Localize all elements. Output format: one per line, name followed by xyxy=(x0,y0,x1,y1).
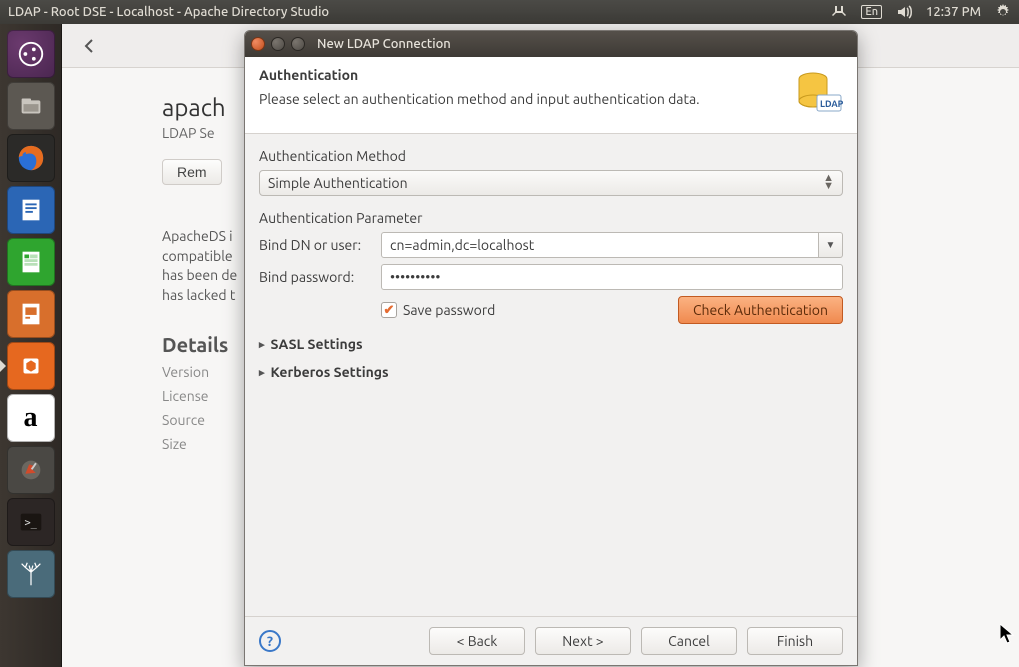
launcher-writer[interactable] xyxy=(7,186,55,234)
launcher-dash[interactable] xyxy=(7,30,55,78)
unity-launcher: a >_ xyxy=(0,24,62,667)
auth-method-combo[interactable]: Simple Authentication ▲▼ xyxy=(259,170,843,196)
bind-dn-label: Bind DN or user: xyxy=(259,237,371,253)
bind-dn-input[interactable] xyxy=(381,232,819,258)
clock[interactable]: 12:37 PM xyxy=(926,5,981,19)
auth-method-value: Simple Authentication xyxy=(268,175,408,191)
launcher-files[interactable] xyxy=(7,82,55,130)
save-password-label: Save password xyxy=(403,302,495,318)
launcher-tree[interactable] xyxy=(7,550,55,598)
remove-button[interactable]: Rem xyxy=(162,159,222,185)
dialog-titlebar[interactable]: New LDAP Connection xyxy=(245,31,857,57)
bind-dn-history-dropdown[interactable]: ▼ xyxy=(819,232,843,258)
next-button[interactable]: Next > xyxy=(535,627,631,655)
top-menu-bar: LDAP - Root DSE - Localhost - Apache Dir… xyxy=(0,0,1019,24)
dialog-title: New LDAP Connection xyxy=(317,37,451,51)
window-title: LDAP - Root DSE - Localhost - Apache Dir… xyxy=(8,5,831,19)
keyboard-indicator[interactable]: En xyxy=(861,5,882,19)
launcher-software-center[interactable] xyxy=(7,342,55,390)
window-maximize-button[interactable] xyxy=(291,37,305,51)
cancel-button[interactable]: Cancel xyxy=(641,627,737,655)
dialog-footer: ? < Back Next > Cancel Finish xyxy=(245,616,857,665)
kerberos-settings-expander[interactable]: ▸ Kerberos Settings xyxy=(259,364,843,380)
new-ldap-connection-dialog: New LDAP Connection Authentication Pleas… xyxy=(244,30,858,666)
dialog-body: Authentication Method Simple Authenticat… xyxy=(245,134,857,616)
back-button[interactable] xyxy=(76,32,104,60)
help-button[interactable]: ? xyxy=(259,630,281,652)
launcher-terminal[interactable]: >_ xyxy=(7,498,55,546)
sasl-label: SASL Settings xyxy=(271,336,363,352)
svg-text:LDAP: LDAP xyxy=(820,99,843,109)
network-icon[interactable] xyxy=(831,4,847,20)
sasl-settings-expander[interactable]: ▸ SASL Settings xyxy=(259,336,843,352)
finish-button[interactable]: Finish xyxy=(747,627,843,655)
auth-param-label: Authentication Parameter xyxy=(259,210,843,226)
indicator-area: En 12:37 PM xyxy=(831,4,1011,20)
launcher-firefox[interactable] xyxy=(7,134,55,182)
combo-updown-icon: ▲▼ xyxy=(823,175,834,190)
ldap-icon: LDAP xyxy=(791,67,843,119)
dialog-header-desc: Please select an authentication method a… xyxy=(259,91,777,107)
dialog-header: Authentication Please select an authenti… xyxy=(245,57,857,134)
gear-icon[interactable] xyxy=(995,4,1011,20)
save-password-checkbox[interactable]: ✔ xyxy=(381,302,397,318)
check-authentication-button[interactable]: Check Authentication xyxy=(678,296,843,324)
svg-text:>_: >_ xyxy=(24,517,37,529)
chevron-right-icon: ▸ xyxy=(259,366,265,379)
launcher-amazon[interactable]: a xyxy=(7,394,55,442)
bg-desc-line: has lacked t xyxy=(162,286,237,306)
kerberos-label: Kerberos Settings xyxy=(271,364,389,380)
sound-icon[interactable] xyxy=(896,4,912,20)
window-close-button[interactable] xyxy=(251,37,265,51)
dialog-header-title: Authentication xyxy=(259,67,777,83)
bind-password-label: Bind password: xyxy=(259,269,371,285)
auth-method-label: Authentication Method xyxy=(259,148,843,164)
back-button[interactable]: < Back xyxy=(429,627,525,655)
launcher-impress[interactable] xyxy=(7,290,55,338)
launcher-settings[interactable] xyxy=(7,446,55,494)
launcher-calc[interactable] xyxy=(7,238,55,286)
bind-password-input[interactable] xyxy=(381,264,843,290)
window-minimize-button[interactable] xyxy=(271,37,285,51)
chevron-right-icon: ▸ xyxy=(259,338,265,351)
